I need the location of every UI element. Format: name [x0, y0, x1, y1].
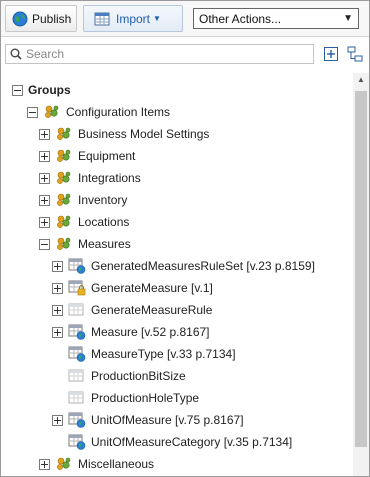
table-lock-icon: [68, 280, 86, 296]
groups-tree: Groups Configuration Items Business Model…: [1, 77, 351, 477]
table-plain-icon: [68, 390, 86, 406]
vertical-scrollbar[interactable]: ▲: [353, 73, 369, 476]
tree-item[interactable]: UnitOfMeasure [v.75 p.8167]: [52, 409, 244, 431]
tree-item-label: Business Model Settings: [78, 127, 210, 141]
group-icon: [55, 456, 73, 472]
collapse-toggle[interactable]: [27, 106, 38, 118]
tree-item[interactable]: Configuration Items: [27, 101, 170, 123]
other-actions-select[interactable]: Other Actions... ▼: [193, 8, 359, 29]
table-globe-icon: [68, 434, 86, 450]
import-button[interactable]: Import ▼: [83, 5, 183, 32]
tree-item[interactable]: GenerateMeasureRule: [52, 299, 212, 321]
expand-toggle[interactable]: [39, 128, 50, 140]
expand-toggle[interactable]: [52, 304, 63, 316]
table-globe-icon: [68, 324, 86, 340]
table-plain-icon: [68, 302, 86, 318]
tree-item[interactable]: Measure [v.52 p.8167]: [52, 321, 210, 343]
tree-item[interactable]: ProductionHoleType: [52, 387, 199, 409]
tree-item-label: Equipment: [78, 149, 136, 163]
search-icon: [10, 48, 22, 60]
tree-item[interactable]: GenerateMeasure [v.1]: [52, 277, 213, 299]
tree-item-label: Integrations: [78, 171, 141, 185]
publish-label: Publish: [32, 11, 72, 26]
tree-item-label: Measures: [78, 237, 131, 251]
publish-button[interactable]: Publish: [5, 5, 77, 32]
scrollbar-thumb[interactable]: [355, 91, 367, 447]
tree-root-groups[interactable]: Groups: [12, 79, 71, 101]
tree-item[interactable]: GeneratedMeasuresRuleSet [v.23 p.8159]: [52, 255, 315, 277]
expand-toggle[interactable]: [39, 194, 50, 206]
expand-toggle[interactable]: [52, 282, 63, 294]
tree-item[interactable]: Inventory: [39, 189, 127, 211]
tree-item-label: Locations: [78, 215, 130, 229]
group-icon: [55, 148, 73, 164]
tree-item-label: Miscellaneous: [78, 457, 155, 471]
tree-item[interactable]: ProductionBitSize: [52, 365, 186, 387]
search-box[interactable]: [5, 44, 314, 64]
expand-toggle[interactable]: [39, 458, 50, 470]
chevron-down-icon: ▼: [153, 14, 161, 23]
search-input[interactable]: [26, 47, 296, 61]
tree-item-label: GenerateMeasureRule: [91, 303, 213, 317]
tree-item-label: Inventory: [78, 193, 128, 207]
collapse-toggle[interactable]: [39, 238, 50, 250]
hierarchy-icon[interactable]: [347, 46, 363, 62]
group-icon: [55, 214, 73, 230]
table-globe-icon: [68, 346, 86, 362]
group-icon: [55, 170, 73, 186]
table-globe-icon: [68, 258, 86, 274]
expand-toggle[interactable]: [39, 216, 50, 228]
window-frame: Publish Import ▼ Other Actions... ▼ Sear…: [0, 0, 370, 477]
tree-item[interactable]: Measures: [39, 233, 131, 255]
chevron-down-icon: ▼: [343, 13, 353, 24]
tree-item-label: ProductionHoleType: [91, 391, 200, 405]
expand-toggle[interactable]: [52, 414, 63, 426]
table-plain-icon: [68, 368, 86, 384]
globe-icon: [12, 11, 28, 26]
tree-item[interactable]: Miscellaneous: [39, 453, 154, 475]
tree-item-label: UnitOfMeasure [v.75 p.8167]: [91, 413, 244, 427]
tree-item-label: GenerateMeasure [v.1]: [91, 281, 213, 295]
expand-toggle[interactable]: [39, 172, 50, 184]
tree-item[interactable]: Business Model Settings: [39, 123, 209, 145]
tree-item-label: Configuration Items: [66, 105, 171, 119]
tree-item[interactable]: Locations: [39, 211, 129, 233]
scroll-up-icon[interactable]: ▲: [357, 75, 365, 84]
tree-item-label: Measure [v.52 p.8167]: [91, 325, 210, 339]
tree-item-label: UnitOfMeasureCategory [v.35 p.7134]: [91, 435, 293, 449]
group-icon: [55, 192, 73, 208]
tree-item[interactable]: UnitOfMeasureCategory [v.35 p.7134]: [52, 431, 292, 453]
tree-item[interactable]: MeasureType [v.33 p.7134]: [52, 343, 236, 365]
table-globe-icon: [68, 412, 86, 428]
other-actions-value: Other Actions...: [199, 11, 282, 26]
group-icon: [55, 236, 73, 252]
tree-root-label: Groups: [28, 83, 71, 97]
group-icon: [43, 104, 61, 120]
spreadsheet-icon: [94, 12, 110, 25]
expand-toggle[interactable]: [52, 260, 63, 272]
collapse-toggle[interactable]: [12, 84, 23, 96]
tree-item-label: ProductionBitSize: [91, 369, 186, 383]
tree-item-label: GeneratedMeasuresRuleSet [v.23 p.8159]: [91, 259, 315, 273]
tree-item-label: MeasureType [v.33 p.7134]: [91, 347, 236, 361]
expand-toggle[interactable]: [52, 326, 63, 338]
expand-all-icon[interactable]: [323, 46, 339, 62]
import-label: Import: [116, 11, 151, 26]
expand-toggle[interactable]: [39, 150, 50, 162]
group-icon: [55, 126, 73, 142]
tree-item[interactable]: Integrations: [39, 167, 141, 189]
toolbar: Publish Import ▼ Other Actions... ▼: [1, 1, 369, 37]
tree-item[interactable]: Equipment: [39, 145, 135, 167]
